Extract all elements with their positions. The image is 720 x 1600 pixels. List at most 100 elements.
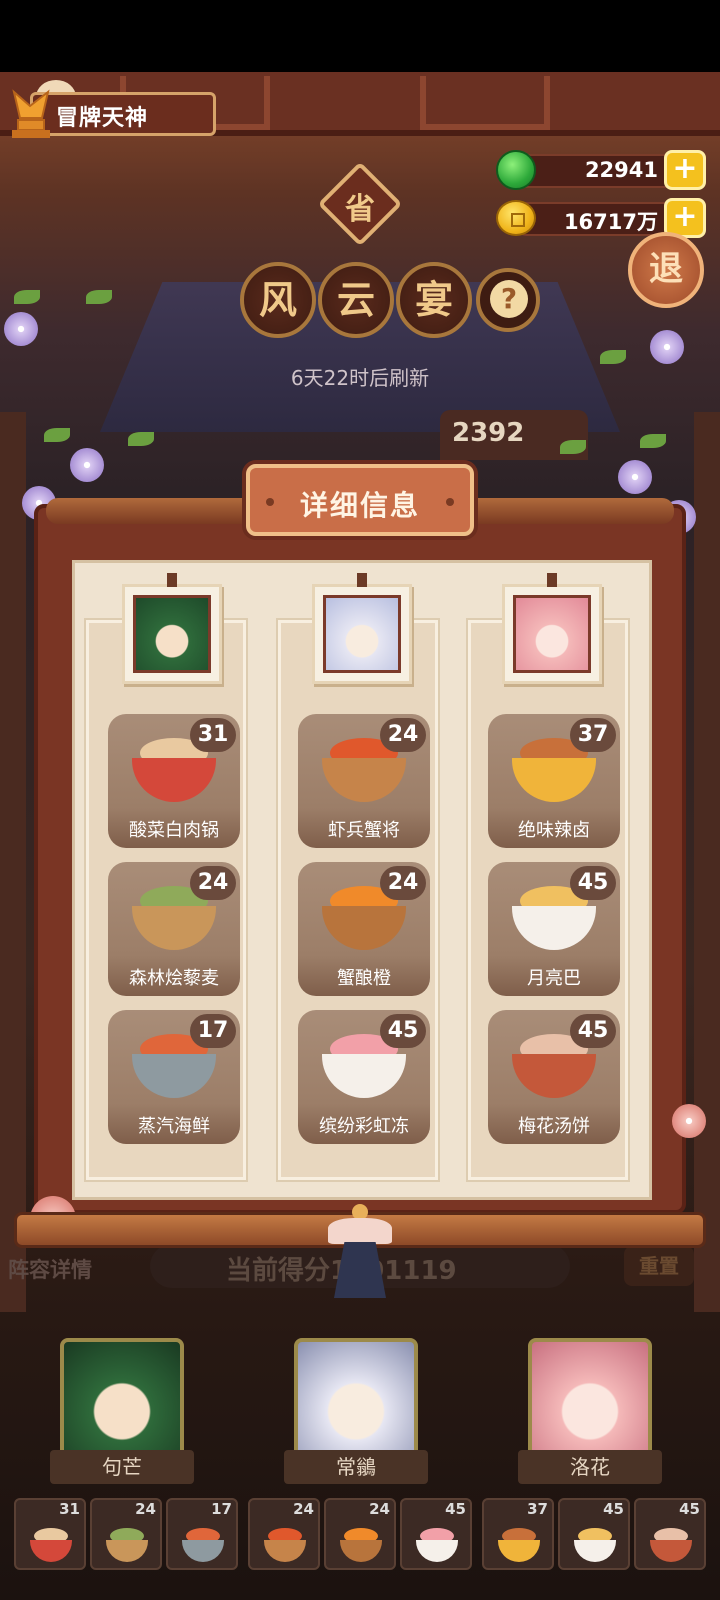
dish-name: 酸菜白肉锅 [129,820,219,841]
panel-title: 详细信息 [299,489,420,522]
coin-value: 16717万 [563,210,658,234]
green-hair-hero-portrait [133,595,211,673]
slot-dish-image [26,1522,76,1564]
slot-dish-image [570,1522,620,1564]
hanger [167,573,177,587]
player-title-badge[interactable]: 冒牌天神 [8,88,216,140]
hanger [357,573,367,587]
dish-name: 蟹酿橙 [337,968,391,989]
blossom-decoration [672,1104,706,1138]
flower-decoration [4,312,38,346]
dish-count-badge: 24 [380,718,426,752]
dish-slot[interactable]: 45 [558,1498,630,1570]
exit-button[interactable]: 退 [628,232,704,308]
slot-dish-image [102,1522,152,1564]
hero-name: 洛花 [518,1450,662,1484]
dish-slot[interactable]: 24 [324,1498,396,1570]
dish-slot[interactable]: 24 [248,1498,320,1570]
slot-count: 45 [445,1500,466,1518]
lineup-hero-portrait[interactable] [294,1338,418,1458]
dish-count-badge: 31 [190,718,236,752]
dish-name: 月亮巴 [527,968,581,989]
slot-dish-image [260,1522,310,1564]
slot-dish-image [646,1522,696,1564]
leaf-decoration [128,432,154,446]
slot-count: 17 [211,1500,232,1518]
dish-slot[interactable]: 45 [634,1498,706,1570]
dish-count-badge: 45 [380,1014,426,1048]
dish-count-badge: 24 [380,866,426,900]
roof-truss [420,76,550,130]
dish-count-badge: 24 [190,866,236,900]
refresh-timer: 6天22时后刷新 [290,366,430,390]
dish-name: 绝味辣卤 [518,820,590,841]
dish-slot[interactable]: 45 [400,1498,472,1570]
lineup-hero-portrait[interactable] [60,1338,184,1458]
help-button[interactable]: ? [476,268,540,332]
dish-count-badge: 37 [570,718,616,752]
leaf-decoration [640,434,666,448]
gem-counter: 22941 + [496,150,706,190]
pink-hair-hero-portrait [513,595,591,673]
jade-gem-icon [496,150,536,190]
slot-count: 24 [293,1500,314,1518]
dish-name: 虾兵蟹将 [328,820,400,841]
dish-name: 蒸汽海鲜 [138,1116,210,1137]
province-badge[interactable]: 省 [317,161,403,248]
lineup-detail-label[interactable]: 阵容详情 [8,1254,92,1284]
dish-slot[interactable]: 37 [482,1498,554,1570]
dish-name: 缤纷彩虹冻 [319,1116,409,1137]
dish-slot[interactable]: 24 [90,1498,162,1570]
hero-name: 句芒 [50,1450,194,1484]
event-title-char: 云 [318,262,394,338]
slot-dish-image [336,1522,386,1564]
reset-button[interactable]: 重置 [624,1246,694,1286]
province-label: 省 [345,192,375,227]
score-partial: 2392 [452,418,525,448]
event-title-char: 风 [240,262,316,338]
question-icon: ? [490,280,528,318]
add-gems-button[interactable]: + [664,150,706,190]
dish-tile[interactable]: 45 缤纷彩虹冻 [298,1010,430,1144]
dish-tile[interactable]: 37 绝味辣卤 [488,714,620,848]
dish-slot[interactable]: 31 [14,1498,86,1570]
slot-count: 45 [679,1500,700,1518]
dish-name: 梅花汤饼 [518,1116,590,1137]
dish-tile[interactable]: 24 森林烩藜麦 [108,862,240,996]
lineup-hero-portrait[interactable] [528,1338,652,1458]
dish-slot[interactable]: 17 [166,1498,238,1570]
pillar [694,412,720,1312]
dish-tile[interactable]: 17 蒸汽海鲜 [108,1010,240,1144]
event-title-char: 宴 [396,262,472,338]
white-hair-hero-portrait [323,595,401,673]
pillar [0,412,26,1312]
dish-tile[interactable]: 31 酸菜白肉锅 [108,714,240,848]
dish-tile[interactable]: 45 月亮巴 [488,862,620,996]
dish-name: 森林烩藜麦 [129,968,219,989]
slot-count: 24 [369,1500,390,1518]
slot-dish-image [178,1522,228,1564]
leaf-decoration [86,290,112,304]
dish-tile[interactable]: 24 蟹酿橙 [298,862,430,996]
leaf-decoration [560,440,586,454]
slot-dish-image [412,1522,462,1564]
dish-tile[interactable]: 45 梅花汤饼 [488,1010,620,1144]
player-title: 冒牌天神 [56,106,149,131]
hero-name: 常鶲 [284,1450,428,1484]
leaf-decoration [600,350,626,364]
dish-count-badge: 17 [190,1014,236,1048]
hero-portrait-card[interactable] [312,573,412,684]
flower-decoration [70,448,104,482]
hero-portrait-card[interactable] [122,573,222,684]
panel-title-plaque: 详细信息 [246,464,474,536]
gem-value: 22941 [584,158,658,182]
flower-decoration [618,460,652,494]
slot-dish-image [494,1522,544,1564]
slot-count: 45 [603,1500,624,1518]
dish-count-badge: 45 [570,1014,616,1048]
hanger [547,573,557,587]
hero-portrait-card[interactable] [502,573,602,684]
dish-tile[interactable]: 24 虾兵蟹将 [298,714,430,848]
leaf-decoration [14,290,40,304]
tassel-ornament [322,1204,398,1304]
